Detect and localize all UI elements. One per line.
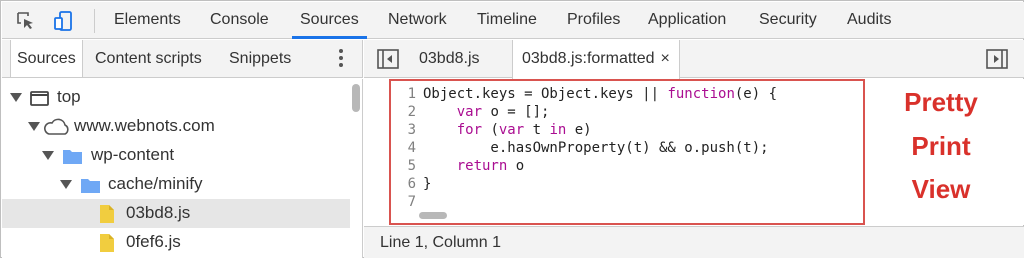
device-toolbar-icon[interactable]: [54, 11, 74, 31]
folder-icon: [81, 179, 100, 193]
nav-tab-sources[interactable]: Sources: [10, 40, 83, 77]
tree-item-label: www.webnots.com: [74, 116, 215, 135]
main-toolbar: Elements Console Sources Network Timelin…: [2, 2, 1024, 39]
file-icon: [100, 205, 114, 223]
toolbar-separator: [94, 9, 95, 33]
toggle-debugger-icon[interactable]: [986, 49, 1008, 69]
tree-item-label: 03bd8.js: [126, 203, 191, 222]
folder-icon: [63, 150, 82, 164]
nav-tab-content-scripts[interactable]: Content scripts: [95, 40, 202, 77]
tree-item-label: wp-content: [91, 145, 175, 164]
tab-security[interactable]: Security: [759, 2, 817, 38]
editor-tab-formatted[interactable]: 03bd8.js:formatted ×: [512, 40, 680, 79]
status-bar: Line 1, Column 1: [364, 226, 1024, 258]
tree-item-file[interactable]: 0fef6.js: [2, 228, 350, 257]
cloud-icon: [44, 118, 69, 135]
annotation-text: Print: [911, 131, 971, 161]
expand-triangle-icon[interactable]: [10, 93, 22, 102]
annotation-text: Pretty: [904, 87, 978, 117]
tab-timeline[interactable]: Timeline: [477, 2, 537, 38]
tree-item-file-selected[interactable]: 03bd8.js: [2, 199, 350, 228]
frame-icon: [30, 91, 49, 106]
tree-item-label: 0fef6.js: [126, 232, 181, 251]
tab-console[interactable]: Console: [210, 2, 269, 38]
more-options-icon[interactable]: [338, 49, 344, 69]
expand-triangle-icon[interactable]: [60, 180, 72, 189]
editor-tab-label: 03bd8.js:formatted: [522, 50, 655, 67]
close-tab-icon[interactable]: ×: [661, 50, 670, 67]
tree-item-domain[interactable]: www.webnots.com: [2, 112, 350, 141]
devtools-window: Elements Console Sources Network Timelin…: [0, 0, 1024, 258]
tab-profiles[interactable]: Profiles: [567, 2, 620, 38]
tab-network[interactable]: Network: [388, 2, 447, 38]
vertical-scrollbar[interactable]: [352, 84, 360, 112]
tab-audits[interactable]: Audits: [847, 2, 891, 38]
tab-application[interactable]: Application: [648, 2, 726, 38]
file-tree: top www.webnots.com wp-content cache/min…: [2, 79, 363, 258]
tree-item-top[interactable]: top: [2, 83, 350, 112]
tab-sources[interactable]: Sources: [292, 2, 367, 39]
tree-item-folder[interactable]: wp-content: [2, 141, 350, 170]
annotation-text: View: [911, 174, 971, 204]
navigator-tabs: Sources Content scripts Snippets: [2, 40, 363, 78]
inspect-cursor-icon[interactable]: [16, 11, 36, 31]
pretty-print-highlight-box: [389, 79, 865, 225]
nav-tab-snippets[interactable]: Snippets: [229, 40, 291, 77]
tree-item-folder[interactable]: cache/minify: [2, 170, 350, 199]
file-icon: [100, 234, 114, 252]
expand-triangle-icon[interactable]: [42, 151, 54, 160]
cursor-position: Line 1, Column 1: [380, 234, 501, 251]
tree-item-label: top: [57, 87, 81, 106]
editor-tabs: 03bd8.js 03bd8.js:formatted ×: [364, 40, 1024, 79]
expand-triangle-icon[interactable]: [28, 122, 40, 131]
toggle-navigator-icon[interactable]: [377, 49, 399, 69]
tab-elements[interactable]: Elements: [114, 2, 181, 38]
editor-tab-source[interactable]: 03bd8.js: [419, 40, 480, 78]
tree-item-label: cache/minify: [108, 174, 203, 193]
